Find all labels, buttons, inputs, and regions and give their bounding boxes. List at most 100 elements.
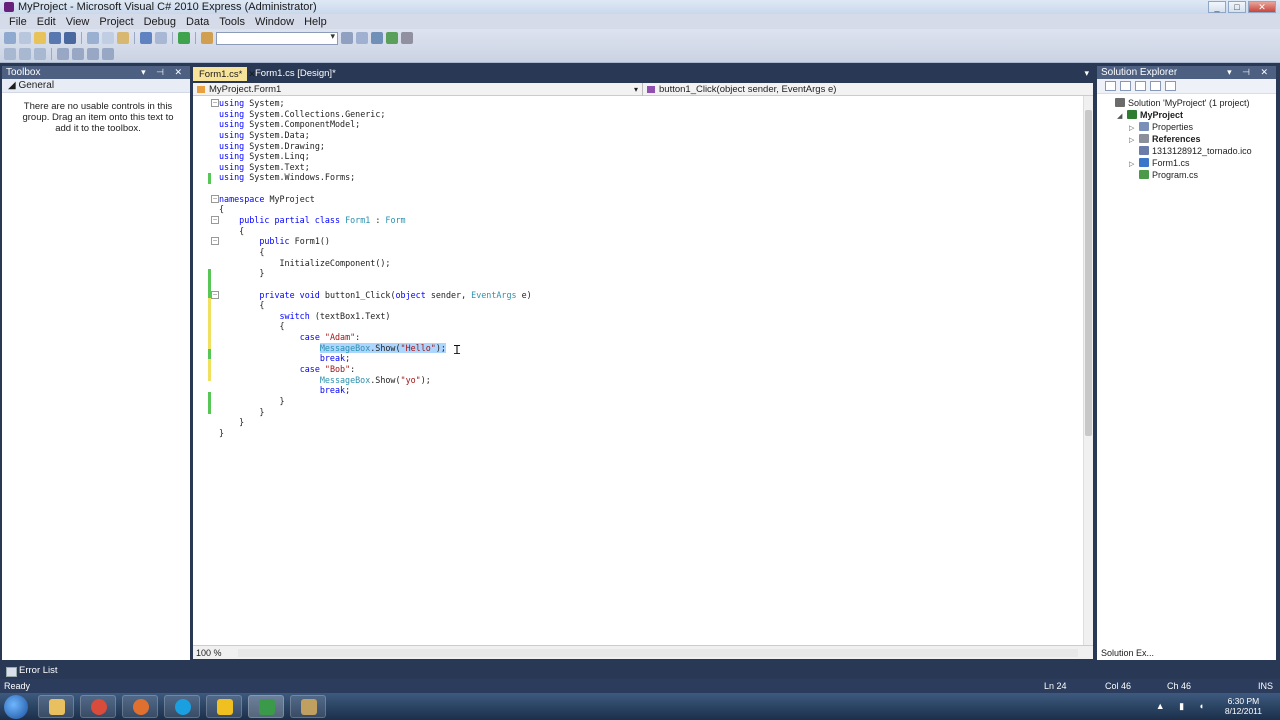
code-line[interactable]: using System.Collections.Generic;	[219, 109, 532, 120]
taskbar-app[interactable]	[290, 695, 326, 718]
taskbar-visual-csharp[interactable]	[248, 695, 284, 718]
taskbar-explorer[interactable]	[38, 695, 74, 718]
code-line[interactable]: public partial class Form1 : Form	[219, 215, 532, 226]
refresh-button[interactable]	[1135, 81, 1146, 91]
align-centers-icon[interactable]	[19, 48, 31, 60]
menu-project[interactable]: Project	[94, 16, 138, 28]
comment-lines-icon[interactable]	[57, 48, 69, 60]
taskbar-media[interactable]	[122, 695, 158, 718]
code-line[interactable]: }	[219, 417, 532, 428]
code-line[interactable]: case "Bob":	[219, 364, 532, 375]
code-line[interactable]: using System;	[219, 98, 532, 109]
panel-buttons[interactable]: ▾ ⊣ ✕	[141, 66, 186, 79]
tab-form1-design[interactable]: Form1.cs [Design]*	[249, 67, 342, 81]
taskbar-messenger[interactable]	[206, 695, 242, 718]
collapse-namespace-icon[interactable]: −	[211, 195, 219, 203]
solution-tree-item[interactable]: ▷ References	[1105, 133, 1276, 145]
source-code[interactable]: using System; using System.Collections.Ge…	[219, 98, 532, 439]
menu-debug[interactable]: Debug	[139, 16, 181, 28]
open-folder-icon[interactable]	[34, 32, 46, 44]
code-line[interactable]	[219, 279, 532, 290]
code-line[interactable]: }	[219, 407, 532, 418]
toolbox-icon[interactable]	[386, 32, 398, 44]
member-dropdown[interactable]: button1_Click(object sender, EventArgs e…	[643, 83, 1083, 96]
code-line[interactable]: {	[219, 247, 532, 258]
copy-icon[interactable]	[102, 32, 114, 44]
editor-vertical-scrollbar[interactable]	[1083, 96, 1093, 645]
tab-form1-cs[interactable]: Form1.cs* ✕	[193, 67, 256, 81]
code-line[interactable]: private void button1_Click(object sender…	[219, 290, 531, 301]
uncomment-lines-icon[interactable]	[72, 48, 84, 60]
menu-tools[interactable]: Tools	[214, 16, 250, 28]
tab-class-view[interactable]: Class View	[1207, 646, 1259, 660]
taskbar-chrome[interactable]	[80, 695, 116, 718]
solution-tree-item[interactable]: ◢ MyProject	[1105, 109, 1276, 121]
taskbar-skype[interactable]	[164, 695, 200, 718]
editor-horizontal-scrollbar[interactable]	[238, 649, 1078, 657]
align-rights-icon[interactable]	[34, 48, 46, 60]
code-line[interactable]: break;	[219, 385, 532, 396]
code-line[interactable]: }	[219, 428, 532, 439]
indent-icon[interactable]	[102, 48, 114, 60]
tab-list-dropdown-icon[interactable]: ▾	[1084, 68, 1089, 79]
find-icon[interactable]	[201, 32, 213, 44]
code-line[interactable]: }	[219, 268, 532, 279]
undo-icon[interactable]	[140, 32, 152, 44]
properties-button[interactable]	[1105, 81, 1116, 91]
code-line[interactable]: public Form1()	[219, 236, 532, 247]
code-line[interactable]: using System.Windows.Forms;	[219, 172, 532, 183]
code-editor[interactable]: − − − − − using System; using System.Coll…	[193, 96, 1093, 645]
code-line[interactable]: {	[219, 204, 532, 215]
close-window-button[interactable]: ✕	[1248, 1, 1276, 13]
solution-tree-item[interactable]: Solution 'MyProject' (1 project)	[1105, 97, 1276, 109]
view-code-button[interactable]	[1150, 81, 1161, 91]
solution-tree-item[interactable]: ▷ Form1.cs	[1105, 157, 1276, 169]
code-line[interactable]: {	[219, 226, 532, 237]
code-line[interactable]: MessageBox.Show("yo");	[219, 375, 532, 386]
code-line[interactable]: InitializeComponent();	[219, 258, 532, 269]
collapse-method-icon[interactable]: −	[211, 291, 219, 299]
scroll-thumb[interactable]	[1085, 110, 1092, 436]
save-icon[interactable]	[49, 32, 61, 44]
tab-error-list[interactable]: Error List	[4, 664, 58, 678]
zoom-level[interactable]: 100 %	[196, 648, 222, 658]
menu-file[interactable]: File	[4, 16, 32, 28]
show-all-files-button[interactable]	[1120, 81, 1131, 91]
minimize-button[interactable]: _	[1208, 1, 1226, 13]
menu-window[interactable]: Window	[250, 16, 299, 28]
collapse-constructor-icon[interactable]: −	[211, 237, 219, 245]
solution-tree-item[interactable]: Program.cs	[1105, 169, 1276, 181]
solution-tree-item[interactable]: ▷ Properties	[1105, 121, 1276, 133]
tab-solution-explorer[interactable]: Solution Ex...	[1097, 646, 1159, 660]
type-dropdown[interactable]: MyProject.Form1 ▾	[193, 83, 643, 96]
menu-help[interactable]: Help	[299, 16, 332, 28]
clock[interactable]: 6:30 PM 8/12/2011	[1225, 696, 1262, 716]
object-browser-icon[interactable]	[371, 32, 383, 44]
redo-icon[interactable]	[155, 32, 167, 44]
code-line[interactable]: switch (textBox1.Text)	[219, 311, 532, 322]
code-line[interactable]: }	[219, 396, 532, 407]
code-line[interactable]: namespace MyProject	[219, 194, 532, 205]
collapse-class-icon[interactable]: −	[211, 216, 219, 224]
code-line[interactable]: using System.Data;	[219, 130, 532, 141]
code-line[interactable]: using System.Text;	[219, 162, 532, 173]
start-button[interactable]	[4, 695, 28, 719]
system-tray-icons[interactable]: ▲ ▮ ◖	[1156, 701, 1210, 712]
cut-icon[interactable]	[87, 32, 99, 44]
panel-buttons[interactable]: ▾ ⊣ ✕	[1227, 66, 1272, 79]
menu-edit[interactable]: Edit	[32, 16, 61, 28]
outdent-icon[interactable]	[87, 48, 99, 60]
new-project-icon[interactable]	[4, 32, 16, 44]
menu-data[interactable]: Data	[181, 16, 214, 28]
paste-icon[interactable]	[117, 32, 129, 44]
solution-tree-item[interactable]: 1313128912_tornado.ico	[1105, 145, 1276, 157]
extensions-icon[interactable]	[401, 32, 413, 44]
code-line[interactable]: case "Adam":	[219, 332, 532, 343]
code-line[interactable]: using System.Drawing;	[219, 141, 532, 152]
code-line[interactable]: break;	[219, 353, 532, 364]
code-line[interactable]	[219, 183, 532, 194]
save-all-icon[interactable]	[64, 32, 76, 44]
toolbox-group-general[interactable]: ◢ General	[2, 79, 190, 93]
properties-icon[interactable]	[356, 32, 368, 44]
maximize-button[interactable]: □	[1228, 1, 1246, 13]
